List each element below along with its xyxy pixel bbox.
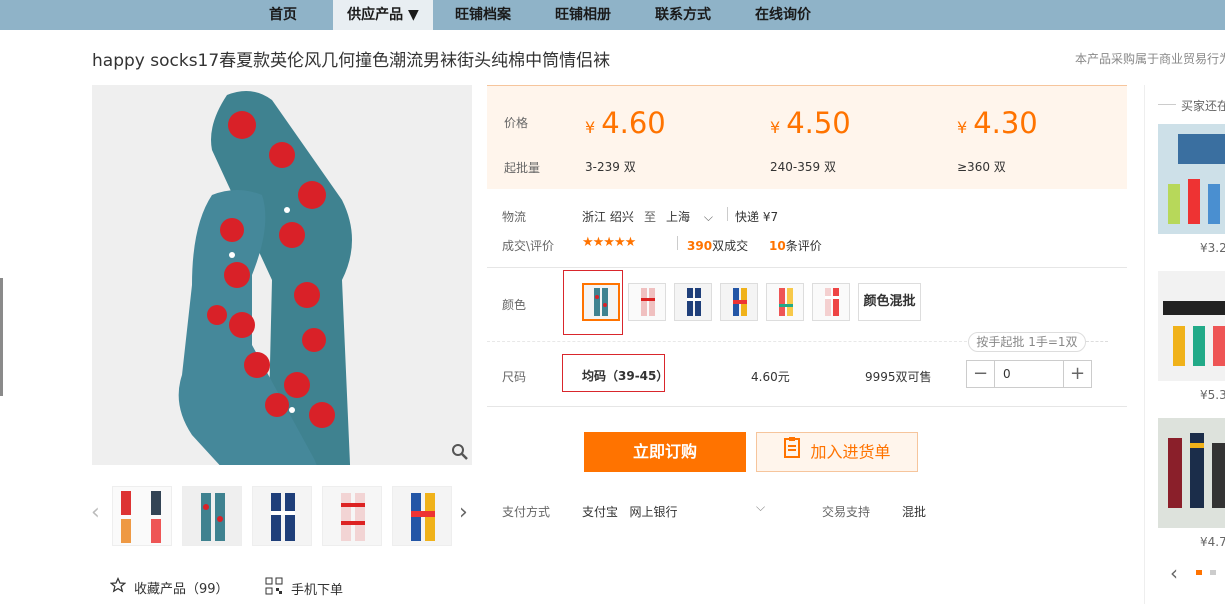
nav-shop-profile[interactable]: 旺铺档案: [443, 0, 523, 30]
logistics-label: 物流: [502, 210, 527, 224]
mobile-order-button[interactable]: 手机下单: [265, 577, 343, 599]
divider: [487, 406, 1127, 407]
payment-label: 支付方式: [502, 505, 551, 519]
carousel-dot-active[interactable]: [1196, 570, 1202, 575]
qr-code-icon: [265, 577, 283, 599]
color-swatch-1[interactable]: [582, 283, 620, 321]
price-tier-1: ¥4.60: [585, 106, 666, 140]
thumb-next-arrow[interactable]: ›: [459, 500, 468, 525]
product-main-image[interactable]: [92, 85, 472, 465]
price-value: 4.60: [601, 106, 666, 140]
review-count[interactable]: 10条评价: [769, 237, 822, 254]
rating-stars: ★★★★★: [582, 235, 636, 250]
divider: [487, 341, 967, 342]
favorite-button[interactable]: 收藏产品（99）: [109, 577, 229, 597]
ship-to-word: 至: [644, 210, 657, 224]
trade-support-label: 交易支持: [822, 505, 871, 519]
price-value: 4.50: [786, 106, 851, 140]
color-label: 颜色: [502, 298, 527, 312]
trade-support-value: 混批: [902, 505, 927, 519]
add-to-cart-label: 加入进货单: [810, 442, 891, 462]
color-swatch-5[interactable]: [766, 283, 804, 321]
ship-to-select[interactable]: 上海 ⌵: [666, 208, 713, 225]
color-swatch-6[interactable]: [812, 283, 850, 321]
ship-to-value: 上海: [666, 210, 691, 224]
currency-symbol: ¥: [957, 118, 968, 137]
reviews-label: 成交\评价: [502, 239, 555, 253]
nav-inquiry[interactable]: 在线询价: [743, 0, 823, 30]
recommend-item-1[interactable]: [1158, 124, 1225, 234]
chevron-down-icon: ⌵: [703, 210, 713, 224]
recommend-title: 买家还在看: [1181, 99, 1225, 113]
nav-home[interactable]: 首页: [253, 0, 313, 30]
payment-methods: 支付宝 网上银行: [582, 505, 678, 519]
price-value: 4.30: [973, 106, 1038, 140]
range-tier-2: 240-359 双: [770, 160, 836, 174]
batch-hint: 按手起批 1手=1双: [968, 332, 1086, 352]
size-price: 4.60元: [751, 370, 790, 384]
trade-notice: 本产品采购属于商业贸易行为: [1075, 52, 1225, 66]
price-panel: 价格 起批量 ¥4.60 ¥4.50 ¥4.30 3-239 双 240-359…: [487, 85, 1127, 189]
thumbnail-1[interactable]: [112, 486, 172, 546]
recommend-price-1: ¥3.2: [1200, 241, 1225, 255]
moq-label: 起批量: [504, 161, 541, 175]
page-edge-scrollbar[interactable]: [0, 278, 3, 396]
range-tier-3: ≥360 双: [957, 160, 1006, 174]
zoom-icon[interactable]: [448, 440, 472, 464]
divider: [1158, 104, 1176, 105]
quantity-input[interactable]: 0: [994, 361, 1064, 387]
divider: [487, 267, 1127, 268]
nav-contact[interactable]: 联系方式: [643, 0, 723, 30]
color-swatch-4[interactable]: [720, 283, 758, 321]
color-swatch-2[interactable]: [628, 283, 666, 321]
recommend-price-3: ¥4.7: [1200, 535, 1225, 549]
top-nav: 首页 供应产品 ▼ 旺铺档案 旺铺相册 联系方式 在线询价: [0, 0, 1225, 30]
size-value: 均码（39-45）: [582, 369, 669, 383]
range-tier-1: 3-239 双: [585, 160, 636, 174]
nav-products[interactable]: 供应产品 ▼: [333, 0, 433, 30]
color-mix-button[interactable]: 颜色混批: [858, 283, 921, 321]
mobile-order-label: 手机下单: [291, 582, 344, 598]
stock-available: 9995双可售: [865, 370, 932, 384]
star-outline-icon: [109, 577, 127, 597]
divider: [727, 207, 728, 221]
price-tier-2: ¥4.50: [770, 106, 851, 140]
deal-count[interactable]: 390双成交: [687, 237, 748, 254]
sock-pair-illustration: [92, 85, 472, 465]
thumbnail-3[interactable]: [252, 486, 312, 546]
currency-symbol: ¥: [585, 118, 596, 137]
carousel-dot[interactable]: [1210, 570, 1216, 575]
buy-now-button[interactable]: 立即订购: [584, 432, 746, 472]
divider: [677, 236, 678, 250]
thumbnail-2[interactable]: [182, 486, 242, 546]
price-label: 价格: [504, 116, 529, 130]
chevron-down-icon[interactable]: ⌵: [756, 500, 765, 515]
ship-from: 浙江 绍兴: [582, 210, 634, 224]
sidebar-prev-arrow[interactable]: ‹: [1170, 561, 1178, 585]
quantity-stepper: − 0 +: [966, 360, 1092, 388]
product-title: happy socks17春夏款英伦风几何撞色潮流男袜街头纯棉中筒情侣袜: [92, 51, 611, 71]
color-swatch-3[interactable]: [674, 283, 712, 321]
nav-shop-album[interactable]: 旺铺相册: [543, 0, 623, 30]
shipping-cost: 快递 ¥7: [735, 210, 779, 224]
thumbnail-4[interactable]: [322, 486, 382, 546]
currency-symbol: ¥: [770, 118, 781, 137]
favorite-label: 收藏产品（99）: [134, 581, 229, 597]
thumbnail-5[interactable]: [392, 486, 452, 546]
size-label: 尺码: [502, 370, 527, 384]
clipboard-icon: [783, 434, 801, 472]
recommend-item-3[interactable]: [1158, 418, 1225, 528]
price-tier-3: ¥4.30: [957, 106, 1038, 140]
divider: [1086, 341, 1108, 342]
plus-button[interactable]: +: [1064, 361, 1091, 387]
thumb-prev-arrow[interactable]: ‹: [91, 500, 100, 525]
minus-button[interactable]: −: [967, 361, 994, 387]
recommend-item-2[interactable]: [1158, 271, 1225, 381]
add-to-cart-button[interactable]: 加入进货单: [756, 432, 918, 472]
recommend-price-2: ¥5.3: [1200, 388, 1225, 402]
